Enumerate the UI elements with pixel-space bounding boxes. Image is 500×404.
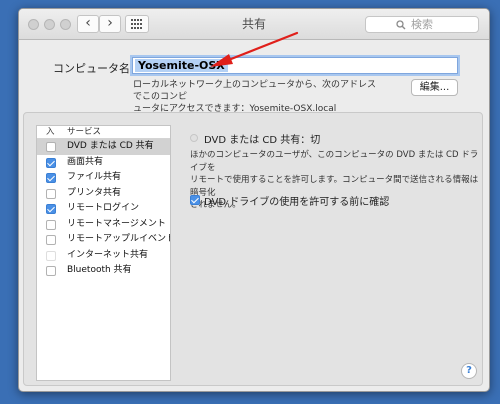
help-button[interactable]: ?: [461, 363, 477, 379]
description-line: ほかのコンピュータのユーザが、このコンピュータの DVD または CD ドライブ…: [190, 150, 479, 173]
status-indicator: [190, 134, 198, 142]
service-label: ファイル共有: [67, 172, 122, 182]
computer-name-value: Yosemite-OSX: [135, 59, 228, 72]
service-status: DVD または CD 共有：切: [204, 135, 321, 146]
search-input[interactable]: 検索: [365, 16, 479, 33]
computer-name-label: コンピュータ名：: [53, 62, 141, 75]
service-checkbox[interactable]: [46, 142, 56, 152]
header-on: 入: [46, 127, 55, 137]
service-label: リモートマネージメント: [67, 218, 166, 229]
service-row[interactable]: リモートマネージメント: [37, 217, 170, 233]
service-row[interactable]: Bluetooth 共有: [37, 263, 170, 279]
service-label: Bluetooth 共有: [67, 265, 132, 275]
service-label: プリンタ共有: [67, 187, 122, 198]
computer-name-field[interactable]: Yosemite-OSX: [132, 57, 458, 74]
services-list-header: 入 サービス: [37, 126, 170, 139]
service-row[interactable]: ファイル共有: [37, 170, 170, 186]
service-checkbox[interactable]: [46, 235, 56, 245]
service-label: リモートログイン: [67, 203, 140, 213]
service-checkbox[interactable]: [46, 219, 56, 230]
service-row[interactable]: リモートアップルイベント: [37, 232, 170, 248]
confirm-checkbox[interactable]: [190, 195, 200, 205]
service-checkbox[interactable]: [46, 188, 56, 199]
service-checkbox[interactable]: [46, 266, 56, 276]
service-row[interactable]: インターネット共有: [37, 248, 170, 264]
header-service: サービス: [67, 127, 102, 137]
service-checkbox[interactable]: [46, 250, 56, 261]
services-list[interactable]: 入 サービス DVD または CD 共有 画面共有ファイル共有 プリンタ共有リモート…: [36, 125, 171, 381]
service-checkbox[interactable]: [46, 157, 56, 168]
services-panel: 入 サービス DVD または CD 共有 画面共有ファイル共有 プリンタ共有リモート…: [23, 112, 483, 386]
search-icon: [396, 20, 406, 30]
preferences-window: ‹ › 共有 検索 コンピュータ名： Yosemite-OSX ローカルネットワ…: [18, 8, 490, 392]
service-label: インターネット共有: [67, 249, 149, 260]
service-row[interactable]: 画面共有: [37, 155, 170, 171]
search-placeholder: 検索: [411, 18, 433, 31]
service-row[interactable]: DVD または CD 共有: [37, 139, 170, 155]
service-checkbox[interactable]: [46, 204, 56, 214]
service-label: 画面共有: [67, 156, 104, 167]
service-row[interactable]: リモートログイン: [37, 201, 170, 217]
confirm-label[interactable]: DVD ドライブの使用を許可する前に確認: [204, 193, 389, 208]
titlebar: ‹ › 共有 検索: [19, 9, 489, 40]
note-line: ローカルネットワーク上のコンピュータから、次のアドレスでこのコンピ: [133, 80, 377, 102]
computer-address-note: ローカルネットワーク上のコンピュータから、次のアドレスでこのコンピ ュータにアク…: [133, 79, 383, 115]
service-label: リモートアップルイベント: [67, 234, 171, 244]
service-label: DVD または CD 共有: [67, 141, 154, 151]
service-checkbox[interactable]: [46, 173, 56, 183]
edit-button[interactable]: 編集...: [411, 79, 458, 96]
service-row[interactable]: プリンタ共有: [37, 186, 170, 202]
